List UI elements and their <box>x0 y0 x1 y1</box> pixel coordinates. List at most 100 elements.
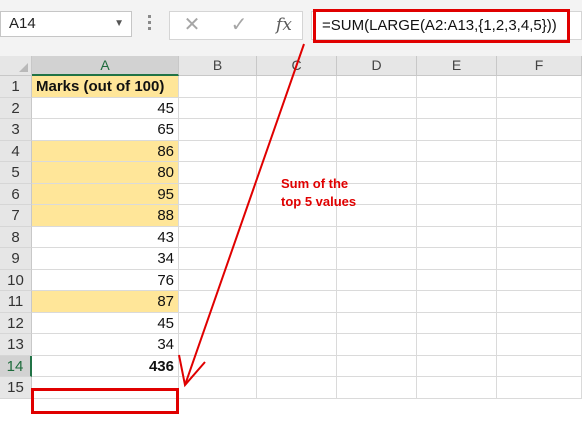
cell-e3[interactable] <box>417 119 497 141</box>
cell-c4[interactable] <box>257 140 337 162</box>
cell-a3[interactable]: 65 <box>32 119 179 141</box>
cell-d13[interactable] <box>337 334 417 356</box>
cell-d3[interactable] <box>337 119 417 141</box>
cell-d12[interactable] <box>337 312 417 334</box>
cell-b4[interactable] <box>179 140 257 162</box>
cell-f2[interactable] <box>497 97 582 119</box>
row-header-6[interactable]: 6 <box>0 183 32 205</box>
cell-a13[interactable]: 34 <box>32 334 179 356</box>
name-box[interactable]: A14 ▼ <box>0 11 132 37</box>
cell-b11[interactable] <box>179 291 257 313</box>
cell-f11[interactable] <box>497 291 582 313</box>
cell-f12[interactable] <box>497 312 582 334</box>
cell-c15[interactable] <box>257 377 337 399</box>
cell-f13[interactable] <box>497 334 582 356</box>
cell-b8[interactable] <box>179 226 257 248</box>
row-header-2[interactable]: 2 <box>0 97 32 119</box>
row-header-15[interactable]: 15 <box>0 377 32 399</box>
cell-a1[interactable]: Marks (out of 100) <box>32 76 179 98</box>
cell-a14[interactable]: 436 <box>32 355 179 377</box>
insert-function-button[interactable]: fx <box>270 12 298 39</box>
cell-b15[interactable] <box>179 377 257 399</box>
cell-e13[interactable] <box>417 334 497 356</box>
cell-c8[interactable] <box>257 226 337 248</box>
formula-input[interactable]: =SUM(LARGE(A2:A13,{1,2,3,4,5})) <box>311 11 582 40</box>
cell-d11[interactable] <box>337 291 417 313</box>
column-header-d[interactable]: D <box>337 56 417 76</box>
cell-c14[interactable] <box>257 355 337 377</box>
cell-b9[interactable] <box>179 248 257 270</box>
cell-f9[interactable] <box>497 248 582 270</box>
cell-b7[interactable] <box>179 205 257 227</box>
cell-a9[interactable]: 34 <box>32 248 179 270</box>
row-header-4[interactable]: 4 <box>0 140 32 162</box>
cell-d8[interactable] <box>337 226 417 248</box>
cell-b3[interactable] <box>179 119 257 141</box>
cell-d15[interactable] <box>337 377 417 399</box>
row-header-14[interactable]: 14 <box>0 355 32 377</box>
row-header-7[interactable]: 7 <box>0 205 32 227</box>
cell-a2[interactable]: 45 <box>32 97 179 119</box>
cell-f10[interactable] <box>497 269 582 291</box>
cell-b13[interactable] <box>179 334 257 356</box>
cell-d14[interactable] <box>337 355 417 377</box>
cell-e7[interactable] <box>417 205 497 227</box>
cell-e12[interactable] <box>417 312 497 334</box>
cell-c11[interactable] <box>257 291 337 313</box>
cell-c3[interactable] <box>257 119 337 141</box>
row-header-1[interactable]: 1 <box>0 76 32 98</box>
cell-e6[interactable] <box>417 183 497 205</box>
cell-b1[interactable] <box>179 76 257 98</box>
cell-c10[interactable] <box>257 269 337 291</box>
cell-a6[interactable]: 95 <box>32 183 179 205</box>
cell-e2[interactable] <box>417 97 497 119</box>
checkmark-icon[interactable]: ✓ <box>226 12 252 39</box>
chevron-down-icon[interactable]: ▼ <box>114 12 124 36</box>
cell-a8[interactable]: 43 <box>32 226 179 248</box>
cell-a7[interactable]: 88 <box>32 205 179 227</box>
row-header-8[interactable]: 8 <box>0 226 32 248</box>
drag-handle-icon[interactable] <box>145 15 155 37</box>
cell-f4[interactable] <box>497 140 582 162</box>
cell-a10[interactable]: 76 <box>32 269 179 291</box>
cell-b6[interactable] <box>179 183 257 205</box>
cell-e9[interactable] <box>417 248 497 270</box>
cell-a4[interactable]: 86 <box>32 140 179 162</box>
cell-e1[interactable] <box>417 76 497 98</box>
cell-d4[interactable] <box>337 140 417 162</box>
row-header-3[interactable]: 3 <box>0 119 32 141</box>
cell-a5[interactable]: 80 <box>32 162 179 184</box>
column-header-a[interactable]: A <box>32 56 179 76</box>
cell-e10[interactable] <box>417 269 497 291</box>
cell-f1[interactable] <box>497 76 582 98</box>
cell-a12[interactable]: 45 <box>32 312 179 334</box>
cell-d9[interactable] <box>337 248 417 270</box>
cell-e8[interactable] <box>417 226 497 248</box>
row-header-9[interactable]: 9 <box>0 248 32 270</box>
row-header-12[interactable]: 12 <box>0 312 32 334</box>
row-header-5[interactable]: 5 <box>0 162 32 184</box>
cell-f15[interactable] <box>497 377 582 399</box>
cell-a11[interactable]: 87 <box>32 291 179 313</box>
column-header-e[interactable]: E <box>417 56 497 76</box>
row-header-13[interactable]: 13 <box>0 334 32 356</box>
cell-b2[interactable] <box>179 97 257 119</box>
cell-b14[interactable] <box>179 355 257 377</box>
column-header-f[interactable]: F <box>497 56 582 76</box>
cell-d1[interactable] <box>337 76 417 98</box>
cell-f8[interactable] <box>497 226 582 248</box>
cell-a15[interactable] <box>32 377 179 399</box>
close-icon[interactable]: ✕ <box>180 12 204 39</box>
cell-b10[interactable] <box>179 269 257 291</box>
cell-b12[interactable] <box>179 312 257 334</box>
row-header-10[interactable]: 10 <box>0 269 32 291</box>
cell-b5[interactable] <box>179 162 257 184</box>
cell-d10[interactable] <box>337 269 417 291</box>
cell-c2[interactable] <box>257 97 337 119</box>
cell-f5[interactable] <box>497 162 582 184</box>
cell-f7[interactable] <box>497 205 582 227</box>
cell-c12[interactable] <box>257 312 337 334</box>
column-header-b[interactable]: B <box>179 56 257 76</box>
cell-e15[interactable] <box>417 377 497 399</box>
cell-e11[interactable] <box>417 291 497 313</box>
